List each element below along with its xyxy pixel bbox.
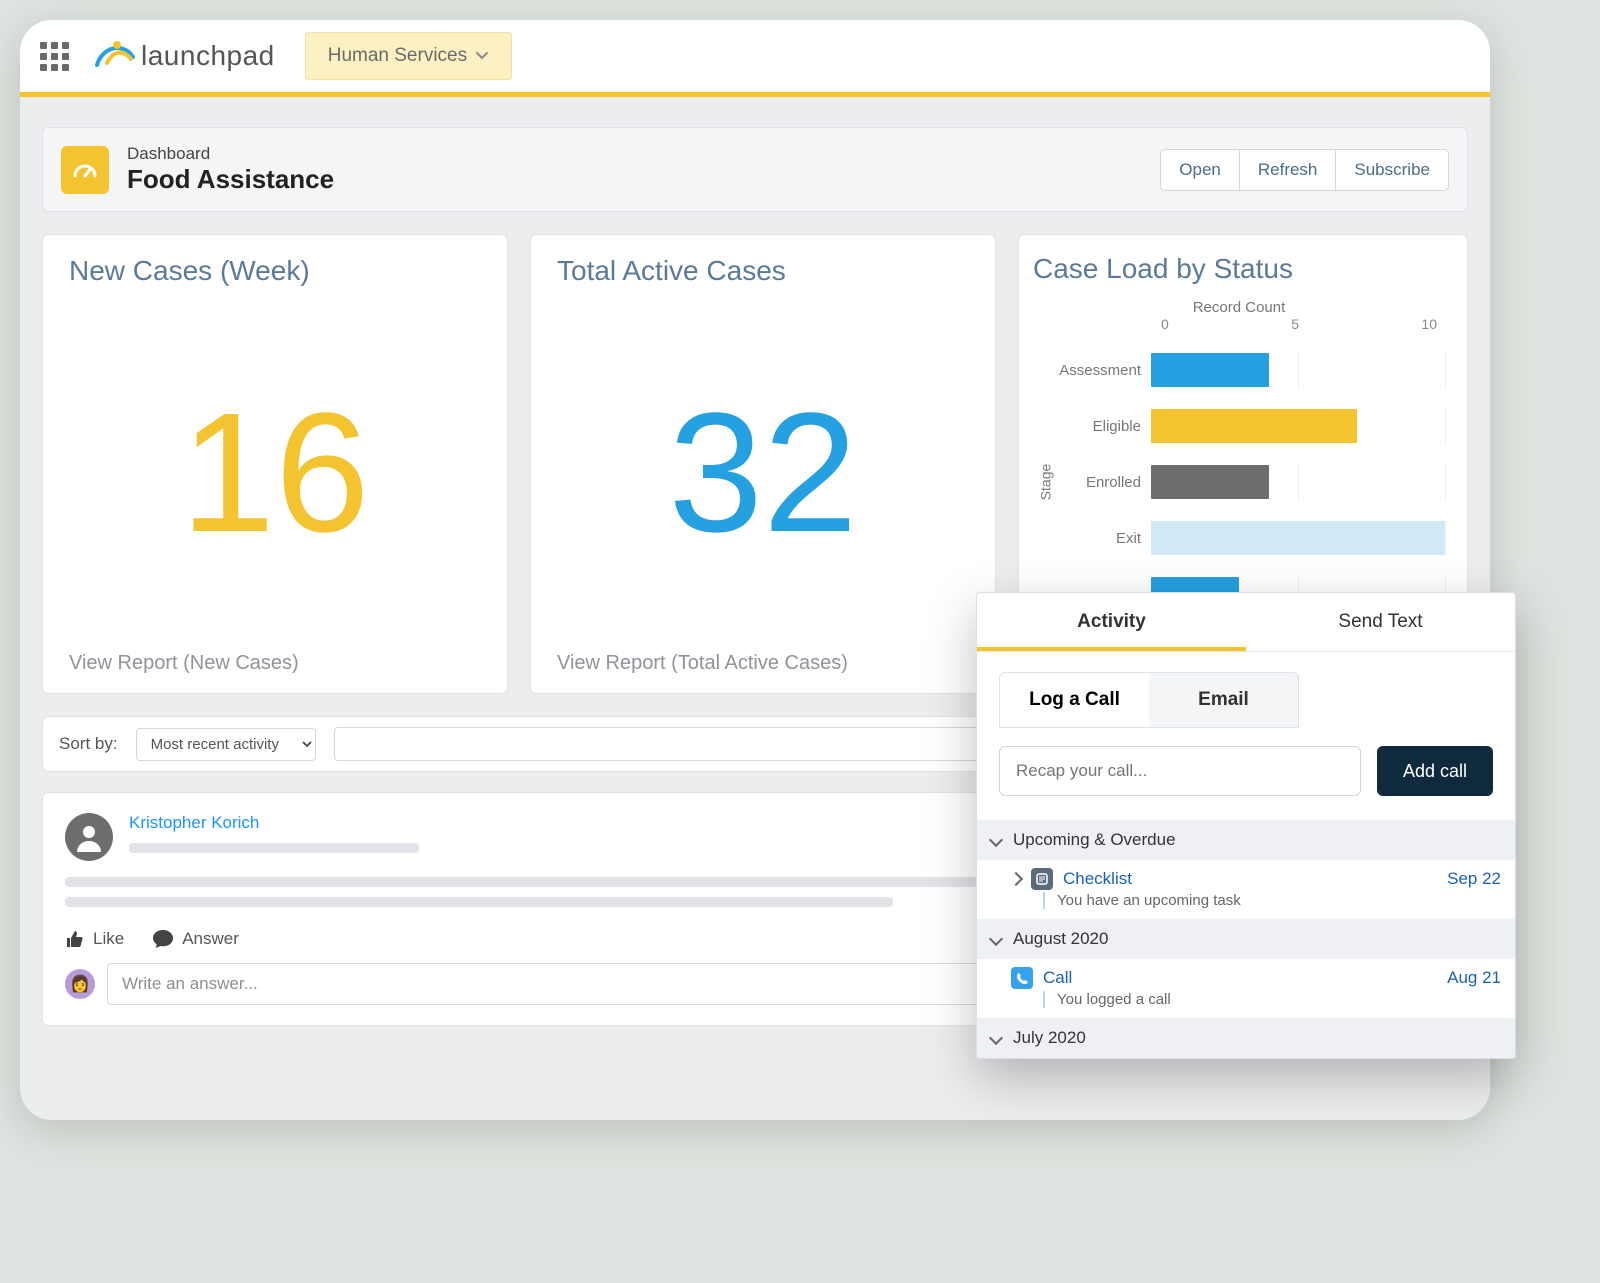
page-header-actions: Open Refresh Subscribe: [1160, 149, 1449, 191]
refresh-button[interactable]: Refresh: [1240, 149, 1336, 191]
activity-item-date: Sep 22: [1447, 869, 1501, 889]
card-new-cases: New Cases (Week) 16 View Report (New Cas…: [42, 234, 508, 694]
activity-item-sub: You logged a call: [1043, 991, 1501, 1008]
context-switcher[interactable]: Human Services: [305, 32, 512, 80]
add-call-button[interactable]: Add call: [1377, 746, 1493, 796]
chart-area: Stage Assessment Eligible Enrolled Exit: [1033, 342, 1445, 622]
card-value: 32: [557, 293, 969, 652]
activity-subtabs: Log a Call Email: [999, 672, 1299, 728]
chart-x-label: Record Count: [1033, 299, 1445, 316]
chart-y-label: Stage: [1037, 464, 1053, 501]
person-icon: [74, 822, 104, 852]
chart-bar: [1151, 465, 1269, 499]
avatar: [65, 813, 113, 861]
subtab-email[interactable]: Email: [1149, 673, 1298, 727]
like-label: Like: [93, 929, 124, 949]
section-title: July 2020: [1013, 1028, 1086, 1048]
brand-name: launchpad: [141, 40, 275, 72]
tab-activity[interactable]: Activity: [977, 593, 1246, 651]
skeleton-line: [65, 897, 893, 907]
chart-row: Exit: [1033, 510, 1445, 566]
activity-item: Checklist Sep 22 You have an upcoming ta…: [977, 860, 1515, 919]
chart-track: [1151, 521, 1445, 555]
accent-divider: [20, 92, 1490, 97]
answer-button[interactable]: Answer: [152, 929, 239, 949]
chart-track: [1151, 409, 1445, 443]
card-total-active: Total Active Cases 32 View Report (Total…: [530, 234, 996, 694]
chart-row: Eligible: [1033, 398, 1445, 454]
activity-item-sub: You have an upcoming task: [1043, 892, 1501, 909]
card-title: New Cases (Week): [69, 255, 481, 287]
open-button[interactable]: Open: [1160, 149, 1240, 191]
chart-ticks: 0 5 10: [1161, 316, 1437, 332]
activity-item-date: Aug 21: [1447, 968, 1501, 988]
chevron-down-icon: [475, 49, 489, 63]
chart-category-label: Eligible: [1033, 418, 1151, 435]
tab-send-text[interactable]: Send Text: [1246, 593, 1515, 651]
answer-label: Answer: [182, 929, 239, 949]
log-call-form: Add call: [999, 746, 1493, 796]
skeleton-line: [129, 843, 419, 853]
brand-logo-icon: [93, 35, 135, 77]
activity-top-tabs: Activity Send Text: [977, 593, 1515, 651]
section-title: August 2020: [1013, 929, 1108, 949]
like-button[interactable]: Like: [65, 929, 124, 949]
chevron-down-icon: [989, 833, 1003, 847]
view-report-link[interactable]: View Report (Total Active Cases): [557, 652, 969, 675]
chart-category-label: Exit: [1033, 530, 1151, 547]
recap-input[interactable]: [999, 746, 1361, 796]
activity-panel: Activity Send Text Log a Call Email Add …: [976, 592, 1516, 1059]
chevron-right-icon[interactable]: [1009, 872, 1023, 886]
context-switcher-label: Human Services: [328, 45, 467, 67]
comment-icon: [152, 929, 174, 949]
chart-track: [1151, 465, 1445, 499]
activity-item-title[interactable]: Checklist: [1063, 869, 1132, 889]
chart-bar: [1151, 409, 1357, 443]
page-header-eyebrow: Dashboard: [127, 144, 334, 164]
card-title: Case Load by Status: [1033, 253, 1445, 285]
page-title: Food Assistance: [127, 164, 334, 195]
chart-category-label: Assessment: [1033, 362, 1151, 379]
page-header: Dashboard Food Assistance Open Refresh S…: [42, 127, 1468, 212]
activity-item-title[interactable]: Call: [1043, 968, 1072, 988]
phone-icon: [1011, 967, 1033, 989]
sort-by-label: Sort by:: [59, 734, 118, 754]
section-july[interactable]: July 2020: [977, 1018, 1515, 1058]
view-report-link[interactable]: View Report (New Cases): [69, 652, 481, 675]
sort-by-select[interactable]: Most recent activity: [136, 728, 316, 761]
chart-row: Enrolled: [1033, 454, 1445, 510]
subscribe-button[interactable]: Subscribe: [1335, 149, 1449, 191]
chart-tick: 0: [1161, 316, 1169, 332]
chart-tick: 5: [1291, 316, 1299, 332]
chart-tick: 10: [1421, 316, 1437, 332]
card-title: Total Active Cases: [557, 255, 969, 287]
checklist-icon: [1031, 868, 1053, 890]
top-bar: launchpad Human Services: [20, 20, 1490, 92]
activity-item: Call Aug 21 You logged a call: [977, 959, 1515, 1018]
chevron-down-icon: [989, 1031, 1003, 1045]
avatar-small: 👩: [65, 969, 95, 999]
thumbs-up-icon: [65, 929, 85, 949]
page-header-meta: Dashboard Food Assistance: [127, 144, 334, 195]
activity-subarea: Log a Call Email Add call: [977, 652, 1515, 820]
app-launcher-icon[interactable]: [40, 42, 69, 71]
card-value: 16: [69, 293, 481, 652]
subtab-log-call[interactable]: Log a Call: [1000, 673, 1149, 727]
section-upcoming[interactable]: Upcoming & Overdue: [977, 820, 1515, 860]
section-august[interactable]: August 2020: [977, 919, 1515, 959]
chart-track: [1151, 353, 1445, 387]
chart-row: Assessment: [1033, 342, 1445, 398]
dashboard-icon: [61, 146, 109, 194]
chart-bar: [1151, 521, 1445, 555]
section-title: Upcoming & Overdue: [1013, 830, 1176, 850]
brand: launchpad: [93, 35, 275, 77]
chevron-down-icon: [989, 932, 1003, 946]
chart-bar: [1151, 353, 1269, 387]
